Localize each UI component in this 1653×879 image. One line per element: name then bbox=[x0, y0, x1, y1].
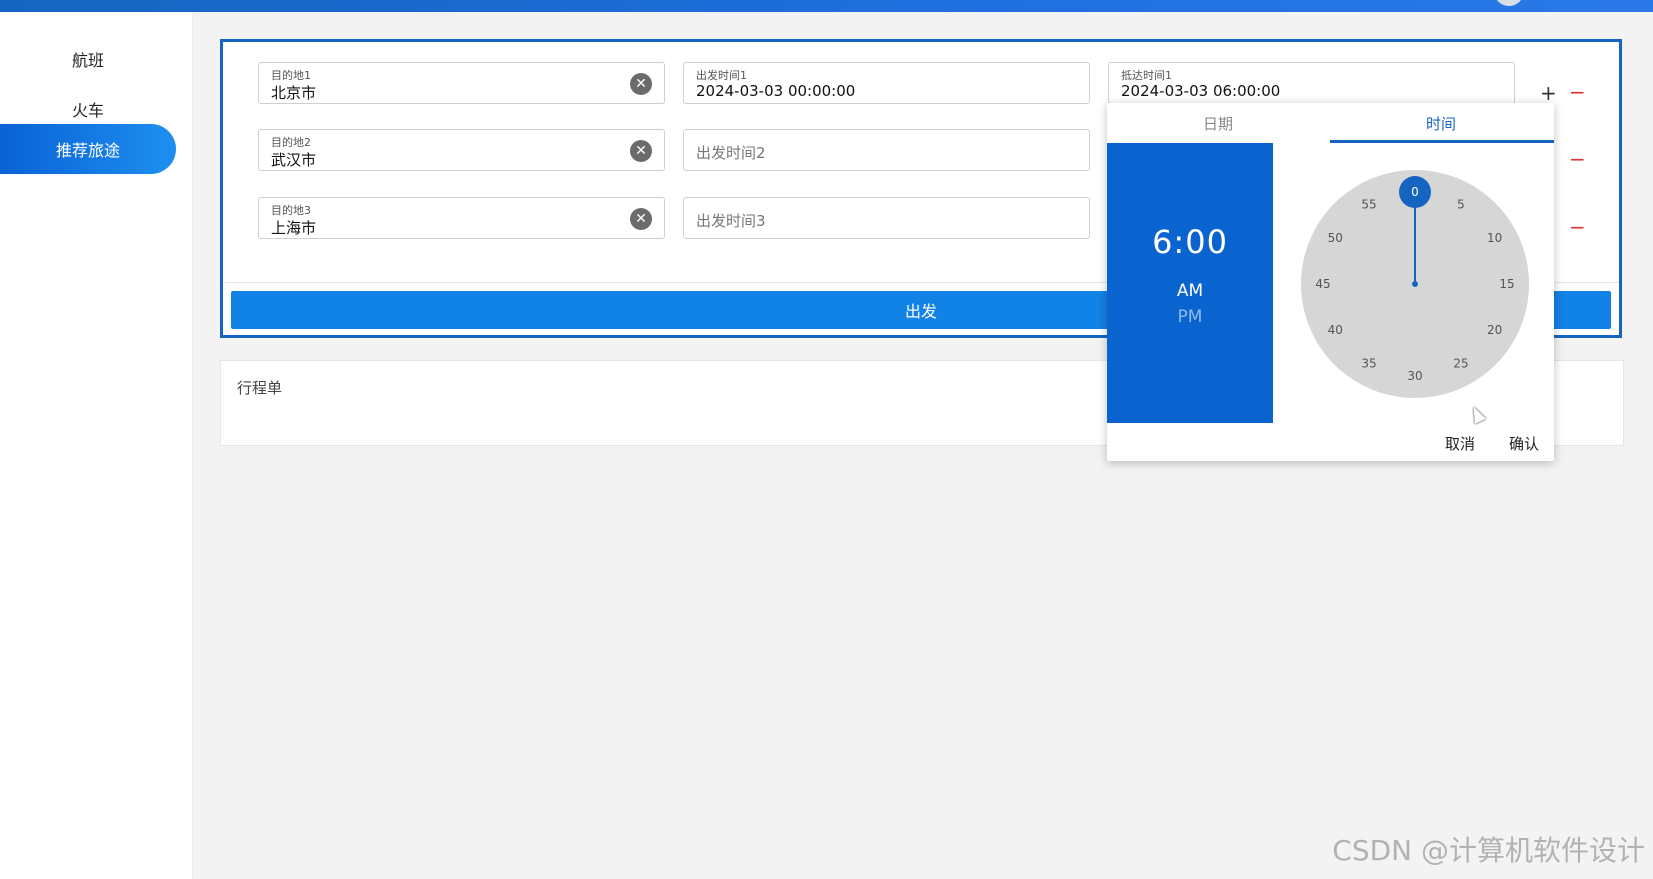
clear-icon[interactable]: ✕ bbox=[630, 73, 652, 95]
depart-button-label: 出发 bbox=[904, 302, 937, 321]
clock-minute-label-30[interactable]: 30 bbox=[1407, 369, 1422, 383]
top-bar bbox=[0, 0, 1653, 12]
remove-row-button-2[interactable]: − bbox=[1569, 149, 1586, 169]
clock-minute-label-20[interactable]: 20 bbox=[1487, 323, 1502, 337]
field-value: 上海市 bbox=[271, 219, 317, 237]
time-picker-dialog: 日期 时间 6:00 AM PM 0 5 10 15 20 25 30 35 40 45 50 55 … bbox=[1107, 103, 1554, 461]
tab-time[interactable]: 时间 bbox=[1330, 103, 1552, 143]
clock-minute-label-5[interactable]: 5 bbox=[1457, 197, 1465, 211]
field-placeholder: 出发时间3 bbox=[696, 212, 766, 230]
selected-time[interactable]: 6:00 bbox=[1107, 223, 1273, 261]
tab-label: 时间 bbox=[1425, 114, 1456, 133]
remove-row-button-1[interactable]: − bbox=[1569, 82, 1586, 102]
time-display-panel: 6:00 AM PM bbox=[1107, 143, 1273, 423]
itinerary-title: 行程单 bbox=[237, 379, 283, 397]
watermark: CSDN @计算机软件设计 bbox=[1332, 834, 1645, 867]
field-placeholder: 出发时间2 bbox=[696, 144, 766, 162]
pm-toggle[interactable]: PM bbox=[1107, 307, 1273, 327]
clock-minute-label-10[interactable]: 10 bbox=[1487, 231, 1502, 245]
clock-minute-label-50[interactable]: 50 bbox=[1328, 231, 1343, 245]
depart-time-field-2[interactable]: 出发时间2 bbox=[683, 129, 1090, 171]
field-label: 出发时间1 bbox=[696, 69, 747, 82]
clock-minute-label-25[interactable]: 25 bbox=[1453, 357, 1468, 371]
sidebar-item-label: 推荐旅途 bbox=[55, 141, 120, 160]
tab-label: 日期 bbox=[1202, 114, 1233, 133]
avatar[interactable] bbox=[1494, 0, 1524, 6]
field-value: 2024-03-03 00:00:00 bbox=[696, 82, 856, 100]
depart-time-field-3[interactable]: 出发时间3 bbox=[683, 197, 1090, 239]
clock-minute-label-15[interactable]: 15 bbox=[1499, 277, 1514, 291]
clock-minute-label-55[interactable]: 55 bbox=[1361, 197, 1376, 211]
field-value: 北京市 bbox=[271, 84, 317, 102]
field-value: 2024-03-03 06:00:00 bbox=[1121, 82, 1281, 100]
clock-minute-label-0[interactable]: 0 bbox=[1411, 185, 1419, 199]
destination-field-1[interactable]: 目的地1 北京市 ✕ bbox=[258, 62, 665, 104]
clock-center bbox=[1412, 281, 1418, 287]
confirm-button[interactable]: 确认 bbox=[1509, 433, 1539, 454]
field-label: 目的地1 bbox=[271, 69, 311, 82]
sidebar-item-label: 火车 bbox=[71, 101, 104, 120]
clock-minute-label-40[interactable]: 40 bbox=[1328, 323, 1343, 337]
clock-face[interactable]: 0 5 10 15 20 25 30 35 40 45 50 55 bbox=[1301, 170, 1529, 398]
cancel-button[interactable]: 取消 bbox=[1445, 433, 1475, 454]
clear-icon[interactable]: ✕ bbox=[630, 208, 652, 230]
sidebar: 航班 火车 推荐旅途 bbox=[0, 12, 193, 879]
sidebar-item-recommended-trips[interactable]: 推荐旅途 bbox=[0, 124, 176, 174]
am-toggle[interactable]: AM bbox=[1107, 281, 1273, 301]
clear-icon[interactable]: ✕ bbox=[630, 140, 652, 162]
sidebar-item-flights[interactable]: 航班 bbox=[0, 34, 176, 84]
destination-field-3[interactable]: 目的地3 上海市 ✕ bbox=[258, 197, 665, 239]
clock-minute-label-45[interactable]: 45 bbox=[1315, 277, 1330, 291]
arrive-time-field-1[interactable]: 抵达时间1 2024-03-03 06:00:00 bbox=[1108, 62, 1515, 104]
active-tab-indicator bbox=[1330, 140, 1554, 143]
depart-time-field-1[interactable]: 出发时间1 2024-03-03 00:00:00 bbox=[683, 62, 1090, 104]
field-label: 目的地3 bbox=[271, 204, 311, 217]
remove-row-button-3[interactable]: − bbox=[1569, 217, 1586, 237]
destination-field-2[interactable]: 目的地2 武汉市 ✕ bbox=[258, 129, 665, 171]
add-row-button[interactable]: + bbox=[1540, 83, 1557, 103]
field-label: 抵达时间1 bbox=[1121, 69, 1172, 82]
clock-minute-label-35[interactable]: 35 bbox=[1361, 357, 1376, 371]
field-value: 武汉市 bbox=[271, 151, 317, 169]
field-label: 目的地2 bbox=[271, 136, 311, 149]
tab-date[interactable]: 日期 bbox=[1107, 103, 1329, 143]
sidebar-item-label: 航班 bbox=[71, 51, 104, 70]
